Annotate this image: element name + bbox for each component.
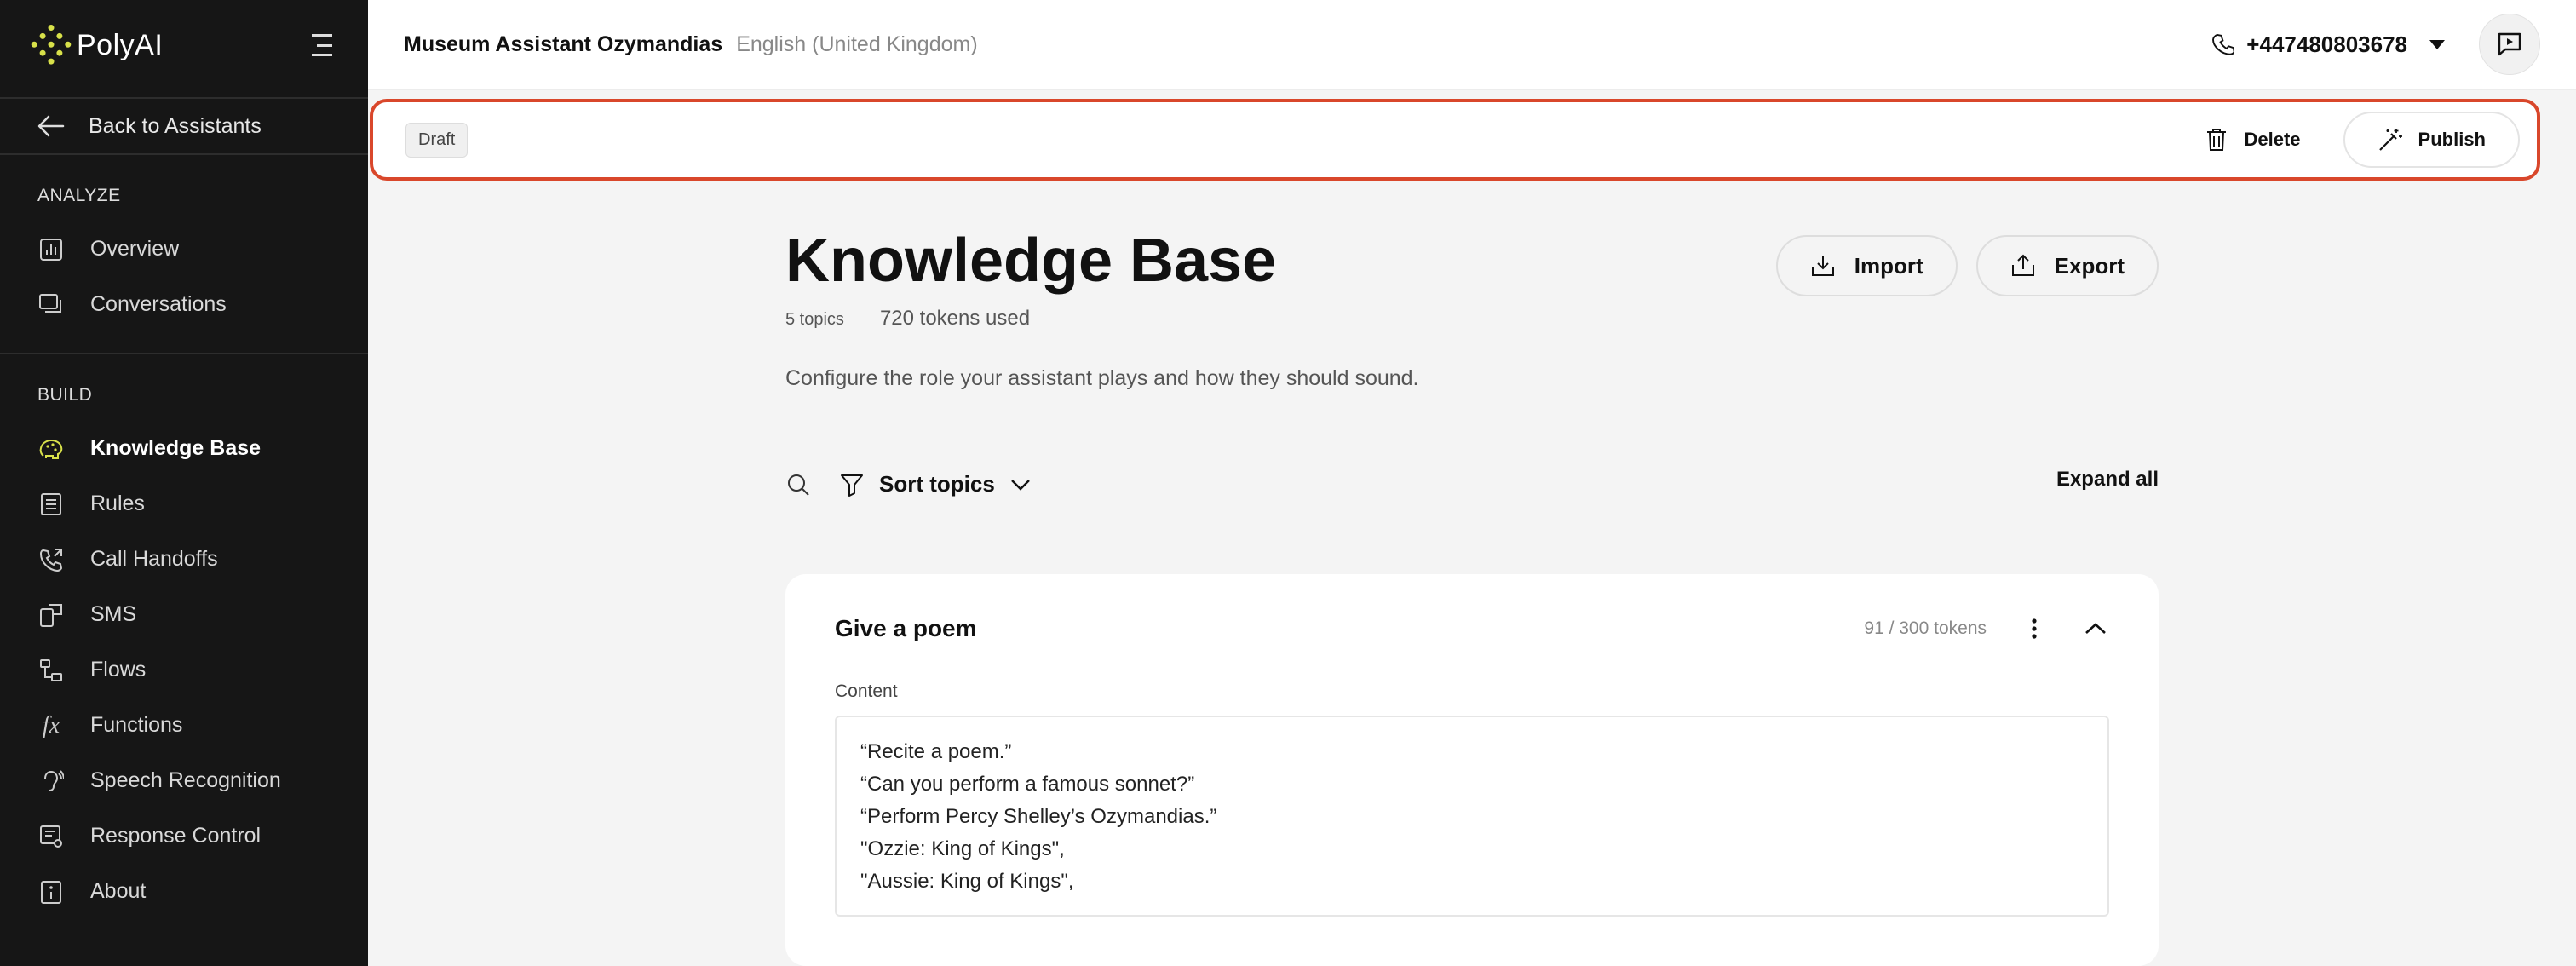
status-badge: Draft <box>405 122 469 158</box>
test-chat-button[interactable] <box>2479 14 2540 75</box>
search-icon[interactable] <box>785 472 811 497</box>
page-title: Knowledge Base <box>785 227 1277 295</box>
sidebar-item-label: Conversations <box>90 292 227 316</box>
trash-icon <box>2206 129 2226 151</box>
back-to-assistants-link[interactable]: Back to Assistants <box>0 97 368 155</box>
chat-bubbles-icon <box>37 291 65 319</box>
sidebar-item-label: Flows <box>90 658 147 681</box>
assistant-name: Museum Assistant Ozymandias <box>404 32 723 56</box>
export-button[interactable]: Export <box>1975 235 2159 296</box>
sidebar-item-knowledge-base[interactable]: Knowledge Base <box>0 421 368 476</box>
sidebar-item-rules[interactable]: Rules <box>0 476 368 532</box>
draft-bar: Draft Delete Publish <box>370 99 2540 181</box>
topic-title: Give a poem <box>835 615 977 641</box>
topics-toolbar: Sort topics Expand all <box>785 468 2159 497</box>
delete-label: Delete <box>2244 129 2301 150</box>
flows-icon <box>37 657 65 684</box>
brain-icon <box>37 435 65 463</box>
content-line: “Can you perform a famous sonnet?” <box>860 773 1195 796</box>
sidebar-item-speech-recognition[interactable]: Speech Recognition <box>0 753 368 808</box>
export-icon <box>2011 254 2034 276</box>
sidebar-item-about[interactable]: About <box>0 864 368 919</box>
phone-forward-icon <box>37 546 65 573</box>
sidebar-item-sms[interactable]: SMS <box>0 587 368 642</box>
content-line: "Aussie: King of Kings", <box>860 870 1074 893</box>
phone-number: +447480803678 <box>2246 31 2407 57</box>
delete-button[interactable]: Delete <box>2194 118 2313 161</box>
sort-topics-dropdown[interactable]: Sort topics <box>840 471 1031 497</box>
sidebar-item-functions[interactable]: fx Functions <box>0 698 368 753</box>
topic-card: Give a poem 91 / 300 tokens Content “Rec… <box>785 574 2159 966</box>
build-section-label: BUILD <box>37 385 93 405</box>
import-label: Import <box>1854 252 1923 279</box>
sidebar-item-conversations[interactable]: Conversations <box>0 277 368 332</box>
analyze-section-label: ANALYZE <box>37 186 121 205</box>
sidebar-item-label: SMS <box>90 602 137 626</box>
back-label: Back to Assistants <box>89 113 262 138</box>
chevron-down-icon <box>2429 39 2445 49</box>
chat-play-icon <box>2498 32 2521 56</box>
response-control-icon <box>37 823 65 850</box>
content-line: “Perform Percy Shelley’s Ozymandias.” <box>860 805 1217 828</box>
import-button[interactable]: Import <box>1775 235 1958 296</box>
topics-count: 5 topics <box>785 310 844 329</box>
sidebar-item-label: Response Control <box>90 824 262 848</box>
bar-chart-icon <box>37 236 65 263</box>
more-options-icon[interactable] <box>2021 615 2048 642</box>
filter-icon <box>841 474 863 497</box>
sidebar-item-flows[interactable]: Flows <box>0 642 368 698</box>
sidebar-item-label: Call Handoffs <box>90 547 218 571</box>
brand-name: PolyAI <box>77 28 164 61</box>
expand-all-button[interactable]: Expand all <box>2056 468 2159 492</box>
arrow-left-icon <box>37 115 65 137</box>
info-icon <box>37 878 65 906</box>
sort-label: Sort topics <box>879 471 995 497</box>
sidebar-item-label: About <box>90 879 147 903</box>
phone-message-icon <box>37 601 65 629</box>
list-icon <box>37 491 65 518</box>
function-icon: fx <box>42 711 60 739</box>
sidebar-item-label: Overview <box>90 237 180 261</box>
publish-button[interactable]: Publish <box>2343 112 2520 168</box>
ear-icon <box>37 768 65 795</box>
phone-icon <box>2212 33 2235 55</box>
sidebar-item-label: Knowledge Base <box>90 436 262 460</box>
content-line: “Recite a poem.” <box>860 740 1012 763</box>
main-content: Knowledge Base 5 topics 720 tokens used … <box>785 196 2159 966</box>
page-description: Configure the role your assistant plays … <box>785 366 1419 390</box>
export-label: Export <box>2054 252 2125 279</box>
content-label: Content <box>835 681 898 701</box>
magic-wand-icon <box>2378 129 2402 151</box>
collapse-chevron-up-icon[interactable] <box>2082 615 2109 642</box>
sidebar-item-response-control[interactable]: Response Control <box>0 808 368 864</box>
sidebar-item-label: Functions <box>90 713 183 737</box>
polyai-logo-icon <box>30 23 73 67</box>
publish-label: Publish <box>2418 129 2486 150</box>
topic-token-count: 91 / 300 tokens <box>1864 618 1987 638</box>
content-line: "Ozzie: King of Kings", <box>860 837 1065 860</box>
sidebar-item-label: Speech Recognition <box>90 768 281 792</box>
logo-row: PolyAI <box>0 0 368 90</box>
menu-toggle-icon[interactable] <box>307 34 332 56</box>
sidebar-item-overview[interactable]: Overview <box>0 221 368 277</box>
sidebar: PolyAI Back to Assistants ANALYZE Overvi… <box>0 0 368 966</box>
assistant-info: Museum Assistant Ozymandias English (Uni… <box>404 32 978 57</box>
sidebar-item-label: Rules <box>90 492 145 515</box>
chevron-down-icon <box>1010 479 1030 491</box>
content-textarea[interactable]: “Recite a poem.” “Can you perform a famo… <box>835 716 2109 917</box>
sidebar-item-call-handoffs[interactable]: Call Handoffs <box>0 532 368 587</box>
top-header: Museum Assistant Ozymandias English (Uni… <box>368 0 2576 90</box>
import-icon <box>1811 256 1834 276</box>
phone-number-selector[interactable]: +447480803678 <box>2212 32 2445 58</box>
logo[interactable]: PolyAI <box>30 23 164 66</box>
tokens-used: 720 tokens used <box>879 307 1031 330</box>
assistant-language: English (United Kingdom) <box>736 32 978 56</box>
kb-stats: 5 topics 720 tokens used <box>785 307 1276 331</box>
